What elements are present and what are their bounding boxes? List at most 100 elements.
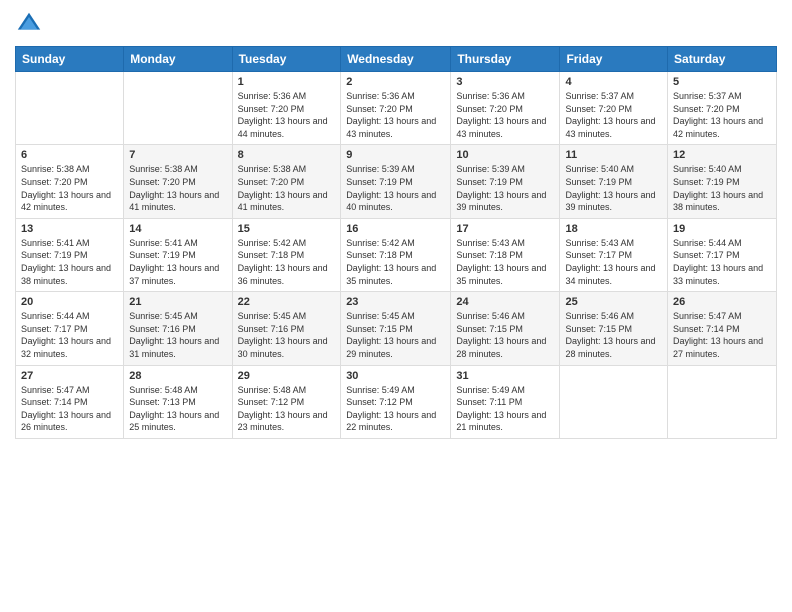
calendar-header-sunday: Sunday	[16, 47, 124, 72]
day-number: 28	[129, 370, 226, 382]
day-number: 24	[456, 296, 554, 308]
calendar-cell: 11 Sunrise: 5:40 AM Sunset: 7:19 PM Dayli…	[560, 145, 668, 218]
calendar-cell: 7 Sunrise: 5:38 AM Sunset: 7:20 PM Daylig…	[124, 145, 232, 218]
day-number: 11	[565, 149, 662, 161]
day-number: 16	[346, 223, 445, 235]
calendar-cell: 8Sunrise: 5:38 AM Sunset: 7:20 PM Daylig…	[232, 145, 341, 218]
day-number: 4	[565, 76, 662, 88]
calendar-cell: 30 Sunrise: 5:49 AM Sunset: 7:12 PM Dayli…	[341, 365, 451, 438]
calendar-cell: 16 Sunrise: 5:42 AM Sunset: 7:18 PM Dayli…	[341, 218, 451, 291]
day-info: Sunrise: 5:41 AM Sunset: 7:19 PM Dayligh…	[21, 237, 118, 287]
calendar-cell: 21 Sunrise: 5:45 AM Sunset: 7:16 PM Dayli…	[124, 292, 232, 365]
calendar-cell: 31 Sunrise: 5:49 AM Sunset: 7:11 PM Dayli…	[451, 365, 560, 438]
calendar-cell: 5 Sunrise: 5:37 AM Sunset: 7:20 PM Daylig…	[668, 72, 777, 145]
day-info: Sunrise: 5:39 AM Sunset: 7:19 PM Dayligh…	[456, 163, 554, 213]
logo-icon	[15, 10, 43, 38]
calendar-header-wednesday: Wednesday	[341, 47, 451, 72]
day-number: 12	[673, 149, 771, 161]
calendar-header-friday: Friday	[560, 47, 668, 72]
day-number: 7	[129, 149, 226, 161]
day-number: 1	[238, 76, 336, 88]
day-info: Sunrise: 5:40 AM Sunset: 7:19 PM Dayligh…	[673, 163, 771, 213]
day-number: 31	[456, 370, 554, 382]
day-info: Sunrise: 5:45 AM Sunset: 7:15 PM Dayligh…	[346, 310, 445, 360]
calendar-cell: 26 Sunrise: 5:47 AM Sunset: 7:14 PM Dayli…	[668, 292, 777, 365]
day-info: Sunrise: 5:47 AM Sunset: 7:14 PM Dayligh…	[21, 384, 118, 434]
calendar-cell: 4Sunrise: 5:37 AM Sunset: 7:20 PM Daylig…	[560, 72, 668, 145]
day-number: 19	[673, 223, 771, 235]
calendar-cell: 14 Sunrise: 5:41 AM Sunset: 7:19 PM Dayli…	[124, 218, 232, 291]
day-info: Sunrise: 5:46 AM Sunset: 7:15 PM Dayligh…	[565, 310, 662, 360]
calendar-week-5: 27 Sunrise: 5:47 AM Sunset: 7:14 PM Dayli…	[16, 365, 777, 438]
page: SundayMondayTuesdayWednesdayThursdayFrid…	[0, 0, 792, 612]
calendar-cell	[668, 365, 777, 438]
calendar-header-tuesday: Tuesday	[232, 47, 341, 72]
day-number: 25	[565, 296, 662, 308]
day-info: Sunrise: 5:41 AM Sunset: 7:19 PM Dayligh…	[129, 237, 226, 287]
calendar-cell: 29 Sunrise: 5:48 AM Sunset: 7:12 PM Dayli…	[232, 365, 341, 438]
calendar-header-monday: Monday	[124, 47, 232, 72]
logo	[15, 10, 47, 38]
day-number: 5	[673, 76, 771, 88]
calendar-cell	[560, 365, 668, 438]
day-number: 8	[238, 149, 336, 161]
day-info: Sunrise: 5:36 AM Sunset: 7:20 PM Dayligh…	[456, 90, 554, 140]
day-info: Sunrise: 5:48 AM Sunset: 7:12 PM Dayligh…	[238, 384, 336, 434]
day-info: Sunrise: 5:38 AM Sunset: 7:20 PM Dayligh…	[21, 163, 118, 213]
calendar-week-4: 20Sunrise: 5:44 AM Sunset: 7:17 PM Dayli…	[16, 292, 777, 365]
calendar-cell: 3Sunrise: 5:36 AM Sunset: 7:20 PM Daylig…	[451, 72, 560, 145]
day-number: 23	[346, 296, 445, 308]
day-number: 2	[346, 76, 445, 88]
day-info: Sunrise: 5:36 AM Sunset: 7:20 PM Dayligh…	[346, 90, 445, 140]
calendar-cell: 28 Sunrise: 5:48 AM Sunset: 7:13 PM Dayli…	[124, 365, 232, 438]
calendar-cell: 12 Sunrise: 5:40 AM Sunset: 7:19 PM Dayli…	[668, 145, 777, 218]
day-number: 21	[129, 296, 226, 308]
day-number: 6	[21, 149, 118, 161]
calendar-cell: 18 Sunrise: 5:43 AM Sunset: 7:17 PM Dayli…	[560, 218, 668, 291]
calendar-cell: 17Sunrise: 5:43 AM Sunset: 7:18 PM Dayli…	[451, 218, 560, 291]
calendar-cell: 19Sunrise: 5:44 AM Sunset: 7:17 PM Dayli…	[668, 218, 777, 291]
calendar-week-1: 1 Sunrise: 5:36 AM Sunset: 7:20 PM Daylig…	[16, 72, 777, 145]
day-info: Sunrise: 5:45 AM Sunset: 7:16 PM Dayligh…	[129, 310, 226, 360]
day-number: 13	[21, 223, 118, 235]
calendar-cell: 25 Sunrise: 5:46 AM Sunset: 7:15 PM Dayli…	[560, 292, 668, 365]
day-number: 18	[565, 223, 662, 235]
day-info: Sunrise: 5:49 AM Sunset: 7:12 PM Dayligh…	[346, 384, 445, 434]
day-info: Sunrise: 5:42 AM Sunset: 7:18 PM Dayligh…	[238, 237, 336, 287]
calendar-week-3: 13 Sunrise: 5:41 AM Sunset: 7:19 PM Dayli…	[16, 218, 777, 291]
day-info: Sunrise: 5:39 AM Sunset: 7:19 PM Dayligh…	[346, 163, 445, 213]
day-number: 27	[21, 370, 118, 382]
day-info: Sunrise: 5:49 AM Sunset: 7:11 PM Dayligh…	[456, 384, 554, 434]
calendar-cell: 24Sunrise: 5:46 AM Sunset: 7:15 PM Dayli…	[451, 292, 560, 365]
header	[15, 10, 777, 38]
calendar-cell: 13 Sunrise: 5:41 AM Sunset: 7:19 PM Dayli…	[16, 218, 124, 291]
calendar-cell: 20Sunrise: 5:44 AM Sunset: 7:17 PM Dayli…	[16, 292, 124, 365]
day-info: Sunrise: 5:48 AM Sunset: 7:13 PM Dayligh…	[129, 384, 226, 434]
calendar-cell: 6 Sunrise: 5:38 AM Sunset: 7:20 PM Daylig…	[16, 145, 124, 218]
day-number: 9	[346, 149, 445, 161]
day-number: 26	[673, 296, 771, 308]
day-info: Sunrise: 5:42 AM Sunset: 7:18 PM Dayligh…	[346, 237, 445, 287]
calendar-header-saturday: Saturday	[668, 47, 777, 72]
day-info: Sunrise: 5:45 AM Sunset: 7:16 PM Dayligh…	[238, 310, 336, 360]
day-info: Sunrise: 5:38 AM Sunset: 7:20 PM Dayligh…	[129, 163, 226, 213]
day-info: Sunrise: 5:40 AM Sunset: 7:19 PM Dayligh…	[565, 163, 662, 213]
calendar-cell: 1Sunrise: 5:36 AM Sunset: 7:20 PM Daylig…	[232, 72, 341, 145]
calendar-header-thursday: Thursday	[451, 47, 560, 72]
calendar-cell	[124, 72, 232, 145]
day-info: Sunrise: 5:44 AM Sunset: 7:17 PM Dayligh…	[21, 310, 118, 360]
calendar-cell	[16, 72, 124, 145]
day-number: 30	[346, 370, 445, 382]
day-number: 15	[238, 223, 336, 235]
day-info: Sunrise: 5:37 AM Sunset: 7:20 PM Dayligh…	[673, 90, 771, 140]
day-info: Sunrise: 5:43 AM Sunset: 7:17 PM Dayligh…	[565, 237, 662, 287]
calendar-cell: 23 Sunrise: 5:45 AM Sunset: 7:15 PM Dayli…	[341, 292, 451, 365]
calendar-cell: 22 Sunrise: 5:45 AM Sunset: 7:16 PM Dayli…	[232, 292, 341, 365]
day-number: 29	[238, 370, 336, 382]
day-number: 22	[238, 296, 336, 308]
day-number: 14	[129, 223, 226, 235]
calendar-cell: 15 Sunrise: 5:42 AM Sunset: 7:18 PM Dayli…	[232, 218, 341, 291]
day-info: Sunrise: 5:47 AM Sunset: 7:14 PM Dayligh…	[673, 310, 771, 360]
calendar-cell: 9 Sunrise: 5:39 AM Sunset: 7:19 PM Daylig…	[341, 145, 451, 218]
calendar-cell: 2 Sunrise: 5:36 AM Sunset: 7:20 PM Daylig…	[341, 72, 451, 145]
